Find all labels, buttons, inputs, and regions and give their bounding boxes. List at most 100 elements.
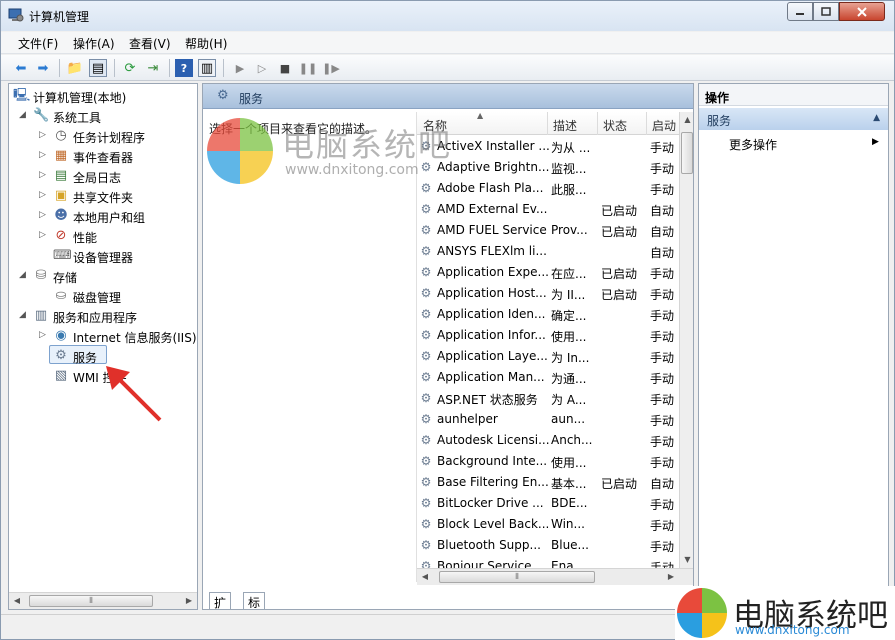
- service-row[interactable]: ⚙ Application Infor... 使用... 手动: [417, 325, 679, 346]
- service-startup-type: 手动: [650, 540, 675, 554]
- collapsed-arrow-icon[interactable]: ▷: [39, 170, 49, 180]
- column-divider[interactable]: [597, 112, 598, 135]
- scroll-thumb[interactable]: ⦀: [439, 571, 595, 583]
- service-startup-type: 手动: [650, 183, 675, 197]
- service-row[interactable]: ⚙ ANSYS FLEXlm li... 自动: [417, 241, 679, 262]
- collapsed-arrow-icon[interactable]: ▷: [39, 230, 49, 240]
- pause-service-icon[interactable]: ❚❚: [299, 59, 317, 77]
- refresh-icon[interactable]: ⟳: [121, 59, 139, 77]
- scroll-left-icon[interactable]: ◀: [9, 593, 25, 609]
- column-description[interactable]: 描述: [553, 117, 577, 134]
- service-row[interactable]: ⚙ Block Level Back... Win... 手动: [417, 514, 679, 535]
- collapsed-arrow-icon[interactable]: ▷: [39, 150, 49, 160]
- service-row[interactable]: ⚙ Autodesk Licensi... Anch... 手动: [417, 430, 679, 451]
- scroll-right-icon[interactable]: ▶: [663, 569, 679, 585]
- service-row[interactable]: ⚙ ASP.NET 状态服务为 A... 手动: [417, 388, 679, 409]
- tree-horizontal-scrollbar[interactable]: ◀ ⦀ ▶: [9, 592, 197, 609]
- service-name: Application Iden...: [437, 307, 546, 321]
- scroll-up-icon[interactable]: ▲: [680, 112, 693, 128]
- service-row[interactable]: ⚙ Bluetooth Supp... Blue... 手动: [417, 535, 679, 556]
- scroll-thumb[interactable]: ⦀: [29, 595, 153, 607]
- tab-extended[interactable]: 扩展: [209, 592, 232, 609]
- forward-icon[interactable]: ➡: [34, 59, 52, 77]
- more-actions-item[interactable]: 更多操作: [729, 136, 777, 153]
- collapse-up-icon[interactable]: ▲: [873, 113, 880, 123]
- back-icon[interactable]: ⬅: [12, 59, 30, 77]
- menu-action[interactable]: 操作(A): [73, 35, 115, 52]
- service-row[interactable]: ⚙ Base Filtering En... 基本... 已启动 自动: [417, 472, 679, 493]
- services-vertical-scrollbar[interactable]: ▲ ▼: [679, 112, 693, 568]
- collapsed-arrow-icon[interactable]: ▷: [39, 130, 49, 140]
- up-folder-icon[interactable]: 📁: [66, 59, 84, 77]
- expanded-arrow-icon[interactable]: ◢: [19, 270, 29, 280]
- service-row[interactable]: ⚙ Application Host... 为 II... 已启动 手动: [417, 283, 679, 304]
- service-name: Background Inte...: [437, 454, 548, 468]
- service-row[interactable]: ⚙ AMD FUEL Service Prov... 已启动 自动: [417, 220, 679, 241]
- tree-item[interactable]: ▷ ⊘ 性能: [9, 226, 197, 246]
- collapsed-arrow-icon[interactable]: ▷: [39, 190, 49, 200]
- column-startup-type[interactable]: 启动: [652, 117, 676, 134]
- service-row[interactable]: ⚙ BitLocker Drive ... BDE... 手动: [417, 493, 679, 514]
- column-divider[interactable]: [646, 112, 647, 135]
- column-divider[interactable]: [547, 112, 548, 135]
- service-description-cell: Win...: [551, 517, 585, 531]
- help-icon[interactable]: ?: [175, 59, 193, 77]
- expanded-arrow-icon[interactable]: ◢: [19, 110, 29, 120]
- menu-file[interactable]: 文件(F): [18, 35, 58, 52]
- tree-item[interactable]: ▷ ◉ Internet 信息服务(IIS)管: [9, 326, 197, 346]
- service-row[interactable]: ⚙ Application Expe... 在应... 已启动 手动: [417, 262, 679, 283]
- collapsed-arrow-icon[interactable]: ▷: [39, 210, 49, 220]
- tree-item[interactable]: ▷ ▣ 共享文件夹: [9, 186, 197, 206]
- tree-item[interactable]: ▷ ▤ 全局日志: [9, 166, 197, 186]
- export-list-icon[interactable]: ⇥: [144, 59, 162, 77]
- watermark-url: www.dnxitong.com: [285, 162, 419, 178]
- minimize-button[interactable]: [787, 2, 813, 21]
- tree-item[interactable]: ▷ ▦ 事件查看器: [9, 146, 197, 166]
- tree-item[interactable]: ▷ ◷ 任务计划程序: [9, 126, 197, 146]
- restart-service-icon[interactable]: ❚▶: [322, 59, 340, 77]
- start-service-icon[interactable]: ▶: [231, 59, 249, 77]
- service-row[interactable]: ⚙ Adaptive Brightn... 监视... 手动: [417, 157, 679, 178]
- scroll-thumb[interactable]: [681, 132, 693, 174]
- service-startup-type: 自动: [650, 246, 675, 260]
- scroll-left-icon[interactable]: ◀: [417, 569, 433, 585]
- service-row[interactable]: ⚙ aunhelper aun... 手动: [417, 409, 679, 430]
- services-horizontal-scrollbar[interactable]: ◀ ⦀ ▶: [417, 568, 693, 585]
- service-row[interactable]: ⚙ AMD External Ev... 已启动 自动: [417, 199, 679, 220]
- window-title: 计算机管理: [29, 10, 90, 24]
- actions-section-services[interactable]: 服务 ▲: [699, 108, 888, 130]
- console-tree: 🖳 计算机管理(本地) ◢ 🔧 系统工具 ▷ ◷ 任务计划程序 ▷ ▦ 事件查看器 ▷ ▤ 全局日志 ▷ ▣ 共…: [8, 83, 198, 610]
- expanded-arrow-icon[interactable]: ◢: [19, 310, 29, 320]
- tree-item[interactable]: ⛀ 磁盘管理: [9, 286, 197, 306]
- wmi-icon: ▧: [54, 368, 68, 383]
- column-status[interactable]: 状态: [603, 117, 627, 134]
- tree-item[interactable]: ◢ ⛁ 存储: [9, 266, 197, 286]
- stop-service-icon[interactable]: ■: [276, 59, 294, 77]
- show-hide-tree-icon[interactable]: ▤: [89, 59, 107, 77]
- tree-item[interactable]: 🖳 计算机管理(本地): [9, 86, 197, 106]
- service-row[interactable]: ⚙ Adobe Flash Pla... 此服... 手动: [417, 178, 679, 199]
- start-alt-icon[interactable]: ▷: [253, 59, 271, 77]
- scroll-right-icon[interactable]: ▶: [181, 593, 197, 609]
- service-row[interactable]: ⚙ Application Man... 为通... 手动: [417, 367, 679, 388]
- menu-help[interactable]: 帮助(H): [185, 35, 227, 52]
- service-gear-icon: ⚙: [420, 475, 432, 489]
- action-pane-icon[interactable]: ▥: [198, 59, 216, 77]
- tree-item[interactable]: ◢ ▥ 服务和应用程序: [9, 306, 197, 326]
- service-row[interactable]: ⚙ ActiveX Installer ... 为从 ... 手动: [417, 136, 679, 157]
- collapsed-arrow-icon[interactable]: ▷: [39, 330, 49, 340]
- service-row[interactable]: ⚙ Background Inte... 使用... 手动: [417, 451, 679, 472]
- maximize-button[interactable]: [813, 2, 839, 21]
- tree-item[interactable]: ◢ 🔧 系统工具: [9, 106, 197, 126]
- tree-item[interactable]: ▷ ☻ 本地用户和组: [9, 206, 197, 226]
- service-description-cell: 为从 ...: [551, 141, 591, 155]
- service-row[interactable]: ⚙ Application Iden... 确定... 手动: [417, 304, 679, 325]
- scroll-down-icon[interactable]: ▼: [680, 552, 693, 568]
- tab-standard[interactable]: 标准: [243, 592, 266, 609]
- close-button[interactable]: [839, 2, 885, 21]
- tree-item[interactable]: ⌨ 设备管理器: [9, 246, 197, 266]
- menu-view[interactable]: 查看(V): [129, 35, 171, 52]
- maximize-icon: [821, 7, 831, 16]
- service-name: Autodesk Licensi...: [437, 433, 549, 447]
- service-row[interactable]: ⚙ Application Laye... 为 In... 手动: [417, 346, 679, 367]
